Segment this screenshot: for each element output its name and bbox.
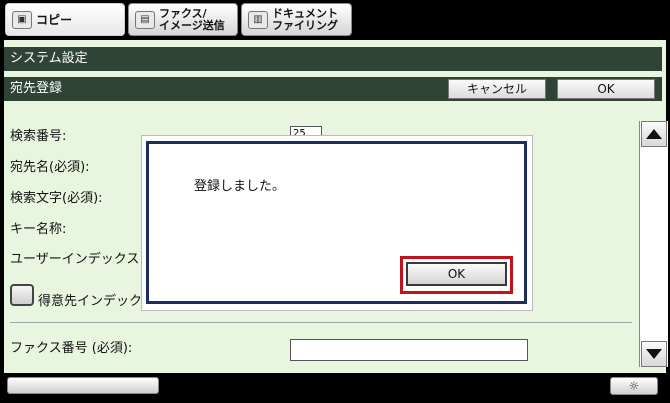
search-number-label: 検索番号: [10,129,67,144]
favorite-index-label: 得意先インデック [38,294,143,309]
ok-button[interactable]: OK [557,79,655,99]
tab-fax[interactable]: ▤ ファクス/ イメージ送信 [128,3,238,36]
document-filing-icon: ▥ [248,10,268,29]
cancel-button[interactable]: キャンセル [448,79,546,99]
system-settings-title: システム設定 [10,51,88,66]
user-index-label: ユーザーインデックス [10,252,140,267]
favorite-index-checkbox[interactable] [10,284,34,306]
fax-icon: ▤ [135,10,155,29]
copy-icon: ▣ [12,10,32,29]
arrow-up-icon [646,129,662,139]
status-bar[interactable] [7,377,159,394]
dialog-message: 登録しました。 [194,179,286,194]
search-chars-label: 検索文字(必須): [10,191,103,206]
dialog-ok-button[interactable]: OK [406,262,507,286]
tab-fax-label: ファクス/ イメージ送信 [159,6,225,32]
fax-number-label: ファクス番号 (必須): [10,341,133,356]
tab-copy-label: コピー [36,12,73,27]
divider [10,322,632,323]
tab-copy[interactable]: ▣ コピー [5,3,125,36]
address-name-label: 宛先名(必須): [10,160,90,175]
scroll-down-button[interactable] [641,341,667,367]
brightness-icon: ☼ [628,379,640,393]
scrollbar-track[interactable] [639,121,668,367]
arrow-down-icon [646,349,662,359]
scroll-up-button[interactable] [641,121,667,147]
key-name-label: キー名称: [10,222,67,237]
tab-document-filing-label: ドキュメント ファイリング [272,6,338,32]
brightness-button[interactable]: ☼ [610,377,658,395]
address-registration-title: 宛先登録 [10,81,63,96]
system-settings-bar: システム設定 [4,47,662,71]
fax-number-field[interactable] [290,339,528,361]
tab-document-filing[interactable]: ▥ ドキュメント ファイリング [241,3,352,36]
